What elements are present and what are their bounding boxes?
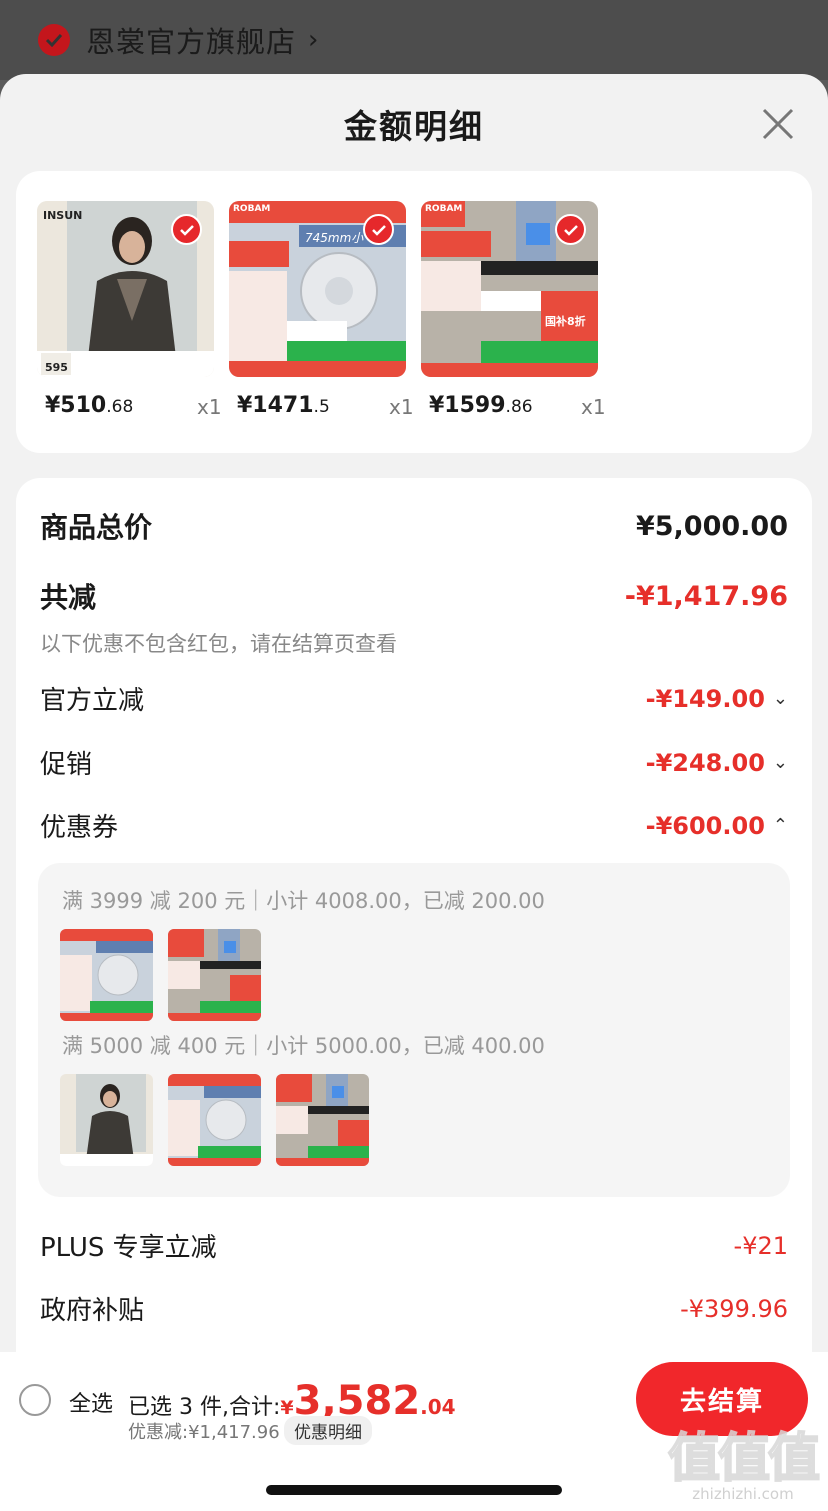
price-tag: 595 <box>45 361 68 374</box>
product-price: ¥1599.86 <box>429 393 533 418</box>
product-image: 745mm小 ROBAM <box>229 201 406 377</box>
official-discount-label: 官方立减 <box>40 686 145 716</box>
store-check-icon[interactable] <box>38 24 70 56</box>
coupon-product-thumb <box>60 929 153 1021</box>
product-qty: x1 <box>581 395 606 419</box>
amount-detail-sheet: 金额明细 INSUN 595 ¥510.68 x1 745mm小 ROBAM ¥… <box>0 74 828 1511</box>
coupon-rule-1: 满 3999 减 200 元｜小计 4008.00，已减 200.00 <box>62 889 545 913</box>
chevron-down-icon[interactable]: ⌄ <box>773 688 788 709</box>
brand-label: INSUN <box>43 209 83 222</box>
plus-discount-label: PLUS 专享立减 <box>40 1233 217 1263</box>
total-amount-decimal: .04 <box>420 1395 456 1419</box>
close-icon[interactable] <box>758 104 798 144</box>
brand-label: ROBAM <box>233 204 271 214</box>
select-all-label[interactable]: 全选 <box>69 1386 113 1418</box>
gov-subsidy-value: -¥399.96 <box>680 1294 788 1323</box>
details-card: 商品总价 ¥5,000.00 共减 -¥1,417.96 以下优惠不包含红包，请… <box>16 478 812 1478</box>
coupon-product-thumb <box>168 1074 261 1166</box>
watermark-logo: 值值值 <box>667 1428 821 1490</box>
total-reduce-row: 共减 -¥1,417.96 <box>40 576 788 616</box>
selected-count-text: 已选 3 件,合计: <box>128 1395 281 1420</box>
plus-discount-value: -¥21 <box>733 1231 788 1260</box>
coupon-value: -¥600.00 <box>645 811 765 840</box>
product-item[interactable]: 国补8折 ROBAM ¥1599.86 x1 <box>421 201 606 419</box>
checkout-bar: 全选 已选 3 件,合计: ¥ 3,582 .04 优惠减:¥1,417.96 … <box>0 1352 828 1511</box>
total-price-row: 商品总价 ¥5,000.00 <box>40 506 788 546</box>
total-price-label: 商品总价 <box>40 511 153 544</box>
sheet-title: 金额明细 <box>344 107 484 146</box>
coupon-row[interactable]: 优惠券 -¥600.00 ⌃ <box>40 807 788 844</box>
brand-label: ROBAM <box>425 204 463 214</box>
check-icon[interactable] <box>171 214 202 245</box>
select-all-checkbox[interactable] <box>19 1384 51 1416</box>
home-indicator[interactable] <box>266 1485 562 1495</box>
promo-label: 促销 <box>40 750 93 780</box>
product-qty: x1 <box>389 395 414 419</box>
coupon-product-thumb <box>168 929 261 1021</box>
reduce-note: 以下优惠不包含红包，请在结算页查看 <box>40 632 397 656</box>
watermark: 值值值 zhizhizhi.com <box>667 1416 821 1503</box>
official-discount-row[interactable]: 官方立减 -¥149.00 ⌄ <box>40 680 788 717</box>
coupon-rule-2: 满 5000 减 400 元｜小计 5000.00，已减 400.00 <box>62 1034 545 1058</box>
product-image: 国补8折 ROBAM <box>421 201 598 377</box>
product-item[interactable]: INSUN 595 ¥510.68 x1 <box>37 201 222 419</box>
gov-subsidy-label: 政府补贴 <box>40 1296 145 1326</box>
coupon-label: 优惠券 <box>40 813 119 843</box>
total-reduce-label: 共减 <box>40 581 97 614</box>
total-price-value: ¥5,000.00 <box>635 510 788 542</box>
chevron-right-icon: › <box>308 25 319 55</box>
check-icon[interactable] <box>555 214 586 245</box>
product-price: ¥1471.5 <box>237 393 330 418</box>
promo-value: -¥248.00 <box>645 748 765 777</box>
coupon-product-thumb <box>276 1074 369 1166</box>
check-icon[interactable] <box>363 214 394 245</box>
promo-row[interactable]: 促销 -¥248.00 ⌄ <box>40 744 788 781</box>
store-header: 恩裳官方旗舰店 › <box>0 0 828 80</box>
chevron-down-icon[interactable]: ⌄ <box>773 752 788 773</box>
store-name[interactable]: 恩裳官方旗舰店 <box>86 19 296 61</box>
product-qty: x1 <box>197 395 222 419</box>
product-tag: 745mm小 <box>305 231 364 245</box>
discount-detail-link[interactable]: 优惠明细 <box>284 1416 372 1445</box>
coupon-product-thumb <box>60 1074 153 1166</box>
plus-discount-row: PLUS 专享立减 -¥21 <box>40 1227 788 1264</box>
products-card: INSUN 595 ¥510.68 x1 745mm小 ROBAM ¥1471.… <box>16 171 812 453</box>
product-item[interactable]: 745mm小 ROBAM ¥1471.5 x1 <box>229 201 414 419</box>
chevron-up-icon[interactable]: ⌃ <box>773 815 788 836</box>
discount-summary: 优惠减:¥1,417.96 <box>128 1422 280 1443</box>
product-image: INSUN 595 <box>37 201 214 377</box>
official-discount-value: -¥149.00 <box>645 684 765 713</box>
product-tag: 国补8折 <box>545 315 586 328</box>
gov-subsidy-row: 政府补贴 -¥399.96 <box>40 1290 788 1327</box>
coupon-detail-box: 满 3999 减 200 元｜小计 4008.00，已减 200.00 满 50… <box>38 863 790 1197</box>
product-price: ¥510.68 <box>45 393 134 418</box>
total-reduce-value: -¥1,417.96 <box>624 580 788 612</box>
